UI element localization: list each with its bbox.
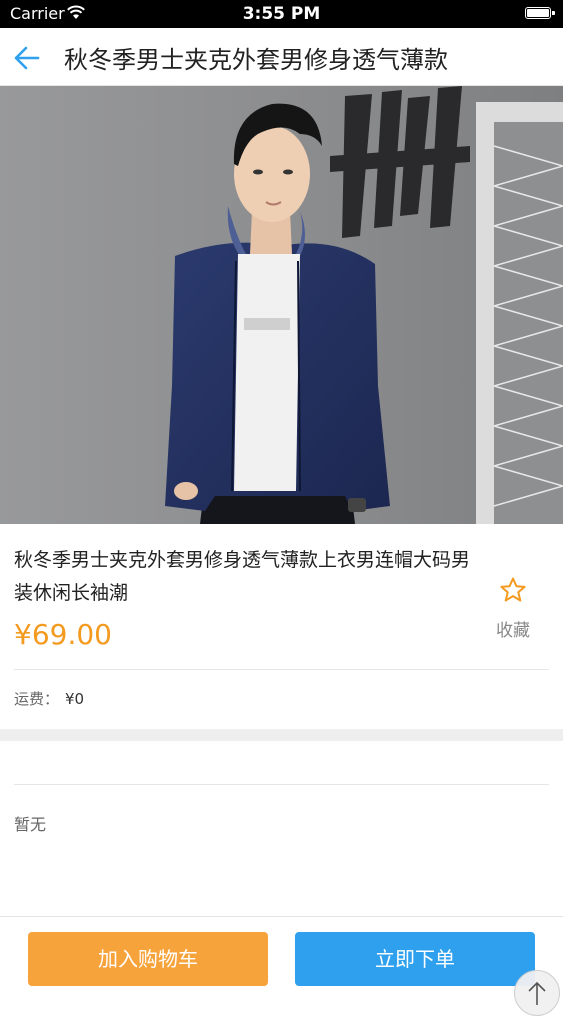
buy-now-button[interactable]: 立即下单 [295,932,535,986]
back-button[interactable] [8,38,48,78]
page-title: 秋冬季男士夹克外套男修身透气薄款 [64,46,448,74]
back-arrow-icon [14,46,40,70]
product-price: ¥69.00 [14,618,112,651]
star-outline-icon [500,577,526,602]
product-image[interactable] [0,86,563,524]
battery-icon [525,7,555,19]
scroll-to-top-button[interactable] [514,970,560,1016]
arrow-up-icon [528,981,546,1005]
shipping-info: 运费： ¥0 [14,688,84,709]
divider [14,669,549,670]
product-photo [0,86,563,524]
status-time: 3:55 PM [242,4,321,24]
bottom-action-bar: 加入购物车 立即下单 [0,916,563,1001]
navigation-bar: 秋冬季男士夹克外套男修身透气薄款 [0,28,563,86]
favorite-label: 收藏 [496,621,530,641]
description-section: 暂无 [0,741,563,916]
status-bar: Carrier 3:55 PM [0,0,563,28]
product-info: 秋冬季男士夹克外套男修身透气薄款上衣男连帽大码男装休闲长袖潮 收藏 ¥69.00… [0,524,563,728]
shipping-label: 运费： [14,690,60,708]
description-text: 暂无 [14,815,47,834]
divider [14,784,549,785]
section-separator [0,729,563,741]
add-to-cart-button[interactable]: 加入购物车 [28,932,268,986]
shipping-value: ¥0 [65,690,85,708]
product-name: 秋冬季男士夹克外套男修身透气薄款上衣男连帽大码男装休闲长袖潮 [14,549,471,604]
favorite-button[interactable]: 收藏 [488,576,538,641]
